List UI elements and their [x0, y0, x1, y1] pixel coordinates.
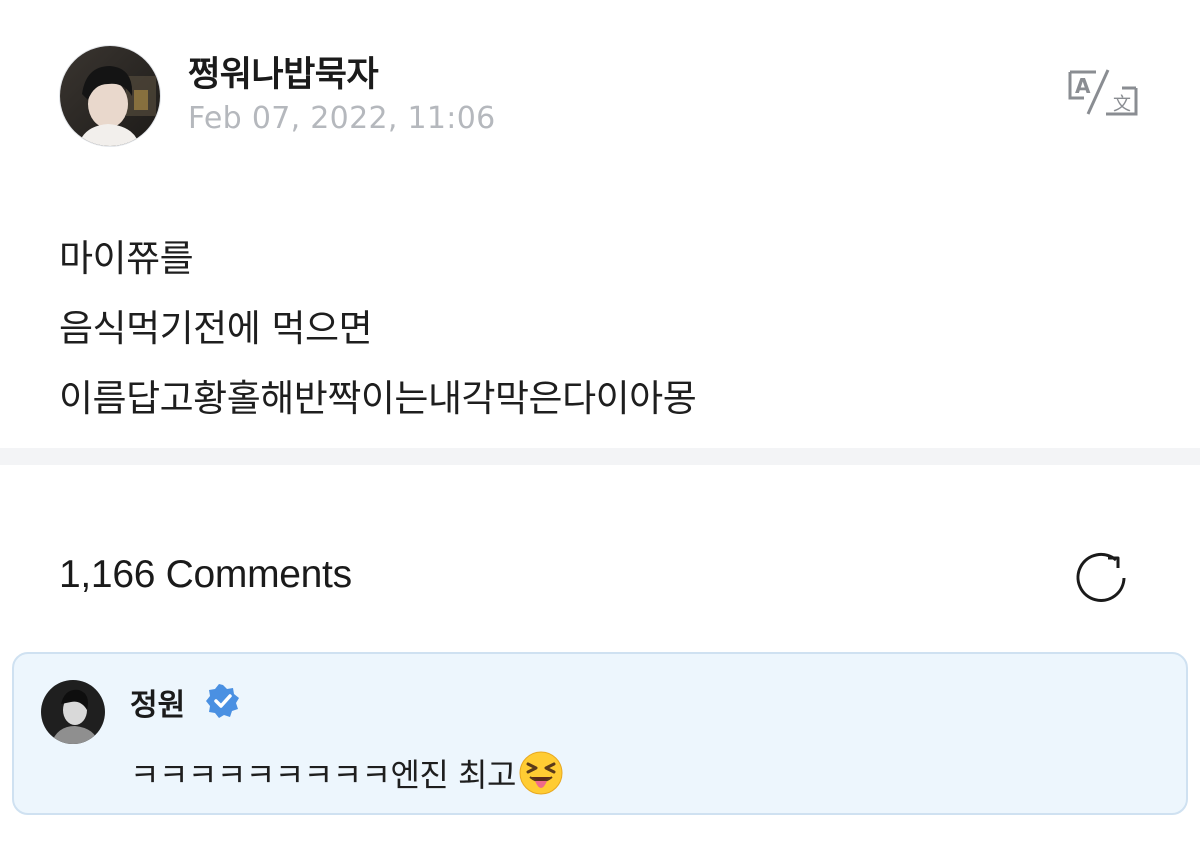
author-avatar[interactable] [59, 45, 161, 147]
squinting-face-with-tongue-icon [518, 750, 564, 796]
comment-text-content: ㅋㅋㅋㅋㅋㅋㅋㅋㅋ엔진 최고 [130, 756, 516, 794]
highlighted-comment[interactable]: 정원 ㅋㅋㅋㅋㅋㅋㅋㅋㅋ엔진 최고 [12, 652, 1188, 815]
post-text-line: 이름답고황홀해반짝이는내각막은다이아몽 [59, 377, 697, 420]
comment-author-name[interactable]: 정원 [130, 680, 185, 724]
svg-text:A: A [1075, 74, 1091, 98]
verified-badge-icon [206, 684, 240, 718]
comments-count-title: 1,166 Comments [59, 553, 352, 596]
post-text-line: 음식먹기전에 먹으면 [59, 307, 373, 350]
svg-text:文: 文 [1113, 94, 1131, 115]
section-divider [0, 448, 1200, 465]
profile-photo-icon [41, 680, 105, 744]
post-header: 쩡워나밥묵자 Feb 07, 2022, 11:06 A 文 [0, 0, 1200, 170]
comment-text: ㅋㅋㅋㅋㅋㅋㅋㅋㅋ엔진 최고 [130, 750, 564, 796]
refresh-comments-button[interactable] [1072, 550, 1132, 606]
post-page: 쩡워나밥묵자 Feb 07, 2022, 11:06 A 文 마이쮸를 음식먹기… [0, 0, 1200, 853]
comment-author-avatar[interactable] [41, 680, 105, 744]
translate-icon: A 文 [1068, 69, 1138, 116]
translate-button[interactable]: A 文 [1066, 68, 1140, 118]
post-body: 마이쮸를 음식먹기전에 먹으면 이름답고황홀해반짝이는내각막은다이아몽 [59, 224, 1159, 434]
post-timestamp: Feb 07, 2022, 11:06 [188, 101, 496, 136]
profile-photo-icon [60, 46, 160, 146]
author-name[interactable]: 쩡워나밥묵자 [188, 46, 379, 97]
post-text-line: 마이쮸를 [59, 237, 194, 280]
refresh-icon [1076, 552, 1126, 602]
